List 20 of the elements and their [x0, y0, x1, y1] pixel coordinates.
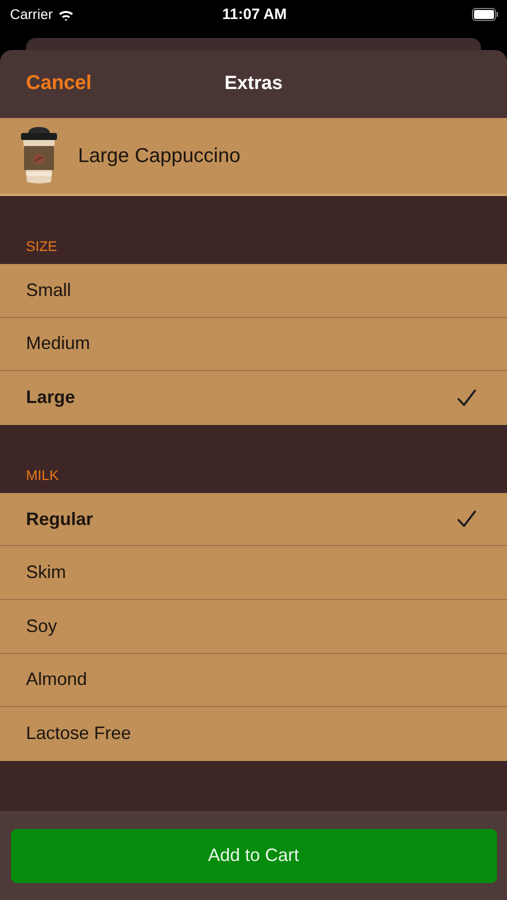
- checkmark-icon: [457, 388, 477, 407]
- sheet-title: Extras: [224, 73, 283, 95]
- option-row[interactable]: Soy: [0, 600, 507, 654]
- section-header: MILK: [25, 466, 60, 485]
- option-row[interactable]: Large: [0, 371, 507, 425]
- add-to-cart-button[interactable]: Add to Cart: [10, 828, 496, 882]
- product-name: Large Cappuccino: [78, 144, 240, 168]
- option-row[interactable]: Almond: [0, 654, 507, 708]
- battery-icon: [472, 8, 499, 20]
- cancel-button[interactable]: Cancel: [26, 72, 92, 95]
- coffee-cup-icon: [18, 126, 60, 186]
- option-row[interactable]: Regular: [0, 492, 507, 546]
- option-row[interactable]: Lactose Free: [0, 707, 507, 761]
- option-row[interactable]: Skim: [0, 546, 507, 600]
- option-row[interactable]: Medium: [0, 318, 507, 372]
- section-header: SIZE: [25, 237, 58, 256]
- checkmark-icon: [457, 510, 477, 528]
- clock-time: 11:07 AM: [222, 6, 287, 22]
- option-row[interactable]: Small: [0, 264, 507, 318]
- carrier-label: Carrier: [10, 6, 53, 22]
